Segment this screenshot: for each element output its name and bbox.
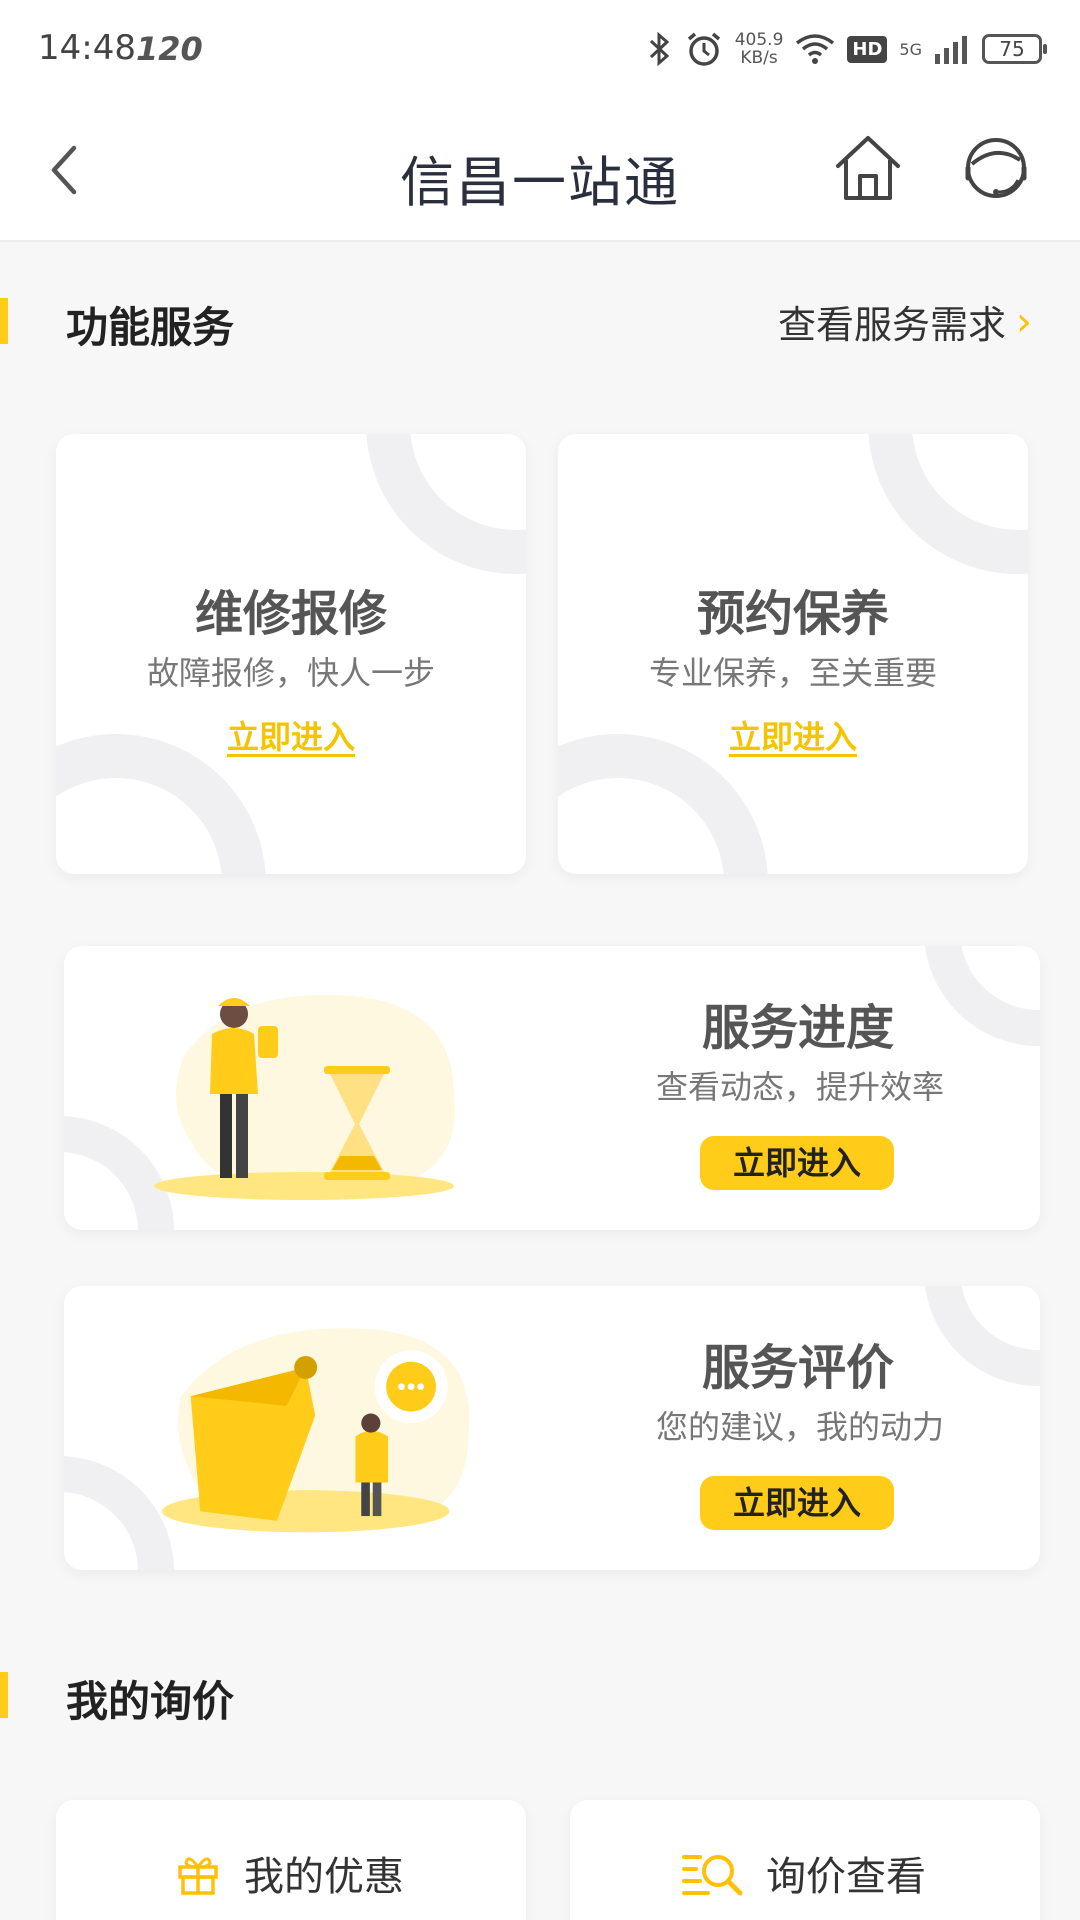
network-type: 5G: [899, 39, 922, 59]
repair-card-title: 维修报修: [194, 586, 387, 642]
service-progress-card[interactable]: 服务进度 查看动态，提升效率 立即进入: [64, 946, 1040, 1230]
service-review-subtitle: 您的建议，我的动力: [655, 1408, 944, 1446]
worker-hourglass-illustration: [154, 994, 455, 1200]
view-service-demand-link[interactable]: 查看服务需求 ›: [778, 294, 1032, 349]
service-progress-title: 服务进度: [701, 1000, 894, 1056]
section-accent-bar: [0, 1672, 8, 1718]
maintenance-enter-link[interactable]: 立即进入: [729, 718, 857, 756]
status-time: 14:48: [38, 28, 136, 68]
page-title: 信昌一站通: [400, 151, 680, 214]
section-accent-bar: [0, 298, 8, 344]
inquiry-view-card[interactable]: 询价查看: [570, 1800, 1040, 1920]
alarm-icon: [687, 32, 720, 66]
decorative-ring: [868, 434, 1028, 574]
customer-service-icon[interactable]: [958, 130, 1034, 206]
search-list-icon: [682, 1855, 743, 1896]
home-icon[interactable]: [830, 130, 906, 206]
service-progress-enter-button[interactable]: 立即进入: [700, 1136, 894, 1190]
my-discounts-label: 我的优惠: [244, 1854, 404, 1900]
repair-card-subtitle: 故障报修，快人一步: [146, 654, 435, 692]
view-service-demand-label: 查看服务需求: [777, 303, 1006, 347]
wifi-icon: [796, 34, 835, 64]
repair-enter-link[interactable]: 立即进入: [227, 718, 355, 756]
network-speed-unit: KB/s: [740, 48, 778, 68]
bluetooth-icon: [649, 31, 669, 67]
service-review-title: 服务评价: [701, 1340, 894, 1396]
service-review-enter-button[interactable]: 立即进入: [700, 1476, 894, 1530]
functions-section-title: 功能服务: [66, 303, 235, 352]
maintenance-card[interactable]: 预约保养 专业保养，至关重要 立即进入: [558, 434, 1028, 874]
inquiry-section-title: 我的询价: [66, 1677, 235, 1726]
feedback-illustration: [161, 1328, 470, 1533]
chevron-right-icon: ›: [1016, 298, 1032, 345]
network-speed: 405.9 KB/s: [735, 31, 784, 67]
service-review-card[interactable]: 服务评价 您的建议，我的动力 立即进入: [64, 1286, 1040, 1570]
gift-icon: [178, 1857, 218, 1895]
inquiry-view-label: 询价查看: [766, 1854, 926, 1900]
battery-indicator: 75: [982, 34, 1047, 64]
maintenance-card-subtitle: 专业保养，至关重要: [648, 654, 937, 692]
network-speed-value: 405.9: [734, 30, 784, 50]
service-progress-subtitle: 查看动态，提升效率: [655, 1068, 944, 1106]
signal-icon: [935, 36, 967, 64]
decorative-ring: [366, 434, 526, 574]
hd-badge: HD: [847, 35, 888, 63]
refresh-rate: 120: [136, 30, 203, 68]
status-bar: 14:48 120 405.9 KB/s HD 5G 75: [0, 0, 1080, 100]
status-icons: 405.9 KB/s HD 5G 75: [647, 24, 1047, 74]
app-header: 信昌一站通: [0, 100, 1080, 242]
repair-card[interactable]: 维修报修 故障报修，快人一步 立即进入: [56, 434, 526, 874]
maintenance-card-title: 预约保养: [696, 586, 889, 642]
my-discounts-card[interactable]: 我的优惠: [56, 1800, 526, 1920]
